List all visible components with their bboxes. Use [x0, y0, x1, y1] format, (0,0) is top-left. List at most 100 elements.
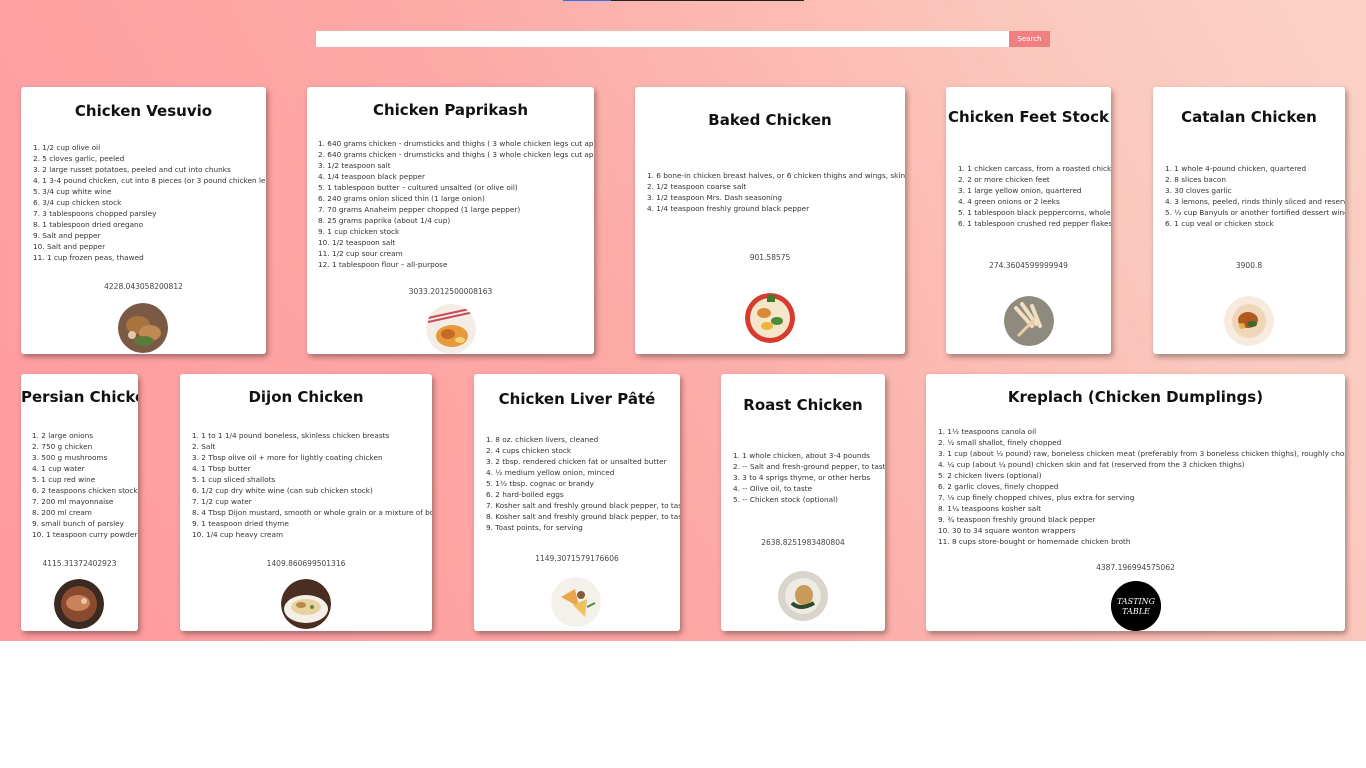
calories-value: 1149.3071579176606: [535, 554, 619, 563]
ingredient: Salt and pepper: [33, 241, 266, 252]
tasting-table-logo: TASTING TABLE: [1111, 581, 1161, 631]
recipe-card[interactable]: Chicken Paprikash 640 grams chicken - dr…: [307, 87, 594, 354]
ingredient: ½ cup Banyuls or another fortified desse…: [1165, 207, 1345, 218]
ingredient: 1½ teaspoons canola oil: [938, 426, 1345, 437]
ingredient: 4 cups chicken stock: [486, 445, 680, 456]
ingredient: 2 chicken livers (optional): [938, 470, 1345, 481]
ingredient: 2 or more chicken feet: [958, 174, 1111, 185]
ingredient: 2 Tbsp olive oil + more for lightly coat…: [192, 452, 432, 463]
ingredient: 2 large onions: [32, 430, 138, 441]
ingredient: 1/4 cup heavy cream: [192, 529, 432, 540]
ingredient-list: 1 to 1 1/4 pound boneless, skinless chic…: [192, 430, 432, 540]
ingredient: 1 cup (about ½ pound) raw, boneless chic…: [938, 448, 1345, 459]
baked-chicken-image: [745, 293, 795, 343]
ingredient: Salt and pepper: [33, 230, 266, 241]
search-button[interactable]: Search: [1009, 31, 1050, 47]
ingredient: -- Salt and fresh-ground pepper, to tast…: [733, 461, 885, 472]
ingredient: 25 grams paprika (about 1/4 cup): [318, 215, 594, 226]
ingredient: 30 cloves garlic: [1165, 185, 1345, 196]
ingredient: Salt: [192, 441, 432, 452]
ingredient: 1 teaspoon dried thyme: [192, 518, 432, 529]
calories-value: 2638.8251983480804: [761, 538, 845, 547]
ingredient: 3 lemons, peeled, rinds thinly sliced an…: [1165, 196, 1345, 207]
recipe-card[interactable]: Chicken Vesuvio 1/2 cup olive oil 5 clov…: [21, 87, 266, 354]
ingredient-list: 1 whole chicken, about 3-4 pounds -- Sal…: [733, 450, 885, 505]
recipe-card[interactable]: Roast Chicken 1 whole chicken, about 3-4…: [721, 374, 885, 631]
ingredient: Toast points, for serving: [486, 522, 680, 533]
recipe-title: Chicken Feet Stock: [948, 108, 1109, 126]
calories-value: 4387.196994575062: [1096, 563, 1175, 572]
recipe-card[interactable]: Baked Chicken 6 bone-in chicken breast h…: [635, 87, 905, 354]
ingredient: 2 large russet potatoes, peeled and cut …: [33, 164, 266, 175]
ingredient: 1 cup red wine: [32, 474, 138, 485]
ingredient: 240 grams onion sliced thin (1 large oni…: [318, 193, 594, 204]
ingredient: 6 bone-in chicken breast halves, or 6 ch…: [647, 170, 905, 181]
ingredient: 750 g chicken: [32, 441, 138, 452]
recipe-title: Roast Chicken: [743, 396, 863, 414]
ingredient: 1 tablespoon flour – all-purpose: [318, 259, 594, 270]
calories-value: 3900.8: [1235, 261, 1263, 270]
ingredient: 5 cloves garlic, peeled: [33, 153, 266, 164]
ingredient: 1/2 cup water: [192, 496, 432, 507]
recipe-card[interactable]: Kreplach (Chicken Dumplings) 1½ teaspoon…: [926, 374, 1345, 631]
ingredient: 1 whole chicken, about 3-4 pounds: [733, 450, 885, 461]
recipe-title: Persian Chicken: [21, 388, 138, 406]
roasted-chicken-image: [118, 303, 168, 353]
calories-value: 1409.860699501316: [266, 559, 346, 568]
ingredient: 1 tablespoon dried oregano: [33, 219, 266, 230]
dijon-chicken-image: [281, 579, 331, 629]
ingredient: ¼ cup (about ¼ pound) chicken skin and f…: [938, 459, 1345, 470]
ingredient: Kosher salt and freshly ground black pep…: [486, 500, 680, 511]
ingredient: 1 tablespoon butter – cultured unsalted …: [318, 182, 594, 193]
ingredient: 2 tbsp. rendered chicken fat or unsalted…: [486, 456, 680, 467]
ingredient: 8 oz. chicken livers, cleaned: [486, 434, 680, 445]
ingredient: 1 cup chicken stock: [318, 226, 594, 237]
ingredient: 1 tablespoon crushed red pepper flakes: [958, 218, 1111, 229]
recipe-card[interactable]: Chicken Liver Pâté 8 oz. chicken livers,…: [474, 374, 680, 631]
ingredient: small bunch of parsley: [32, 518, 138, 529]
ingredient: 3/4 cup chicken stock: [33, 197, 266, 208]
ingredient: 1¼ teaspoons kosher salt: [938, 503, 1345, 514]
ingredient: 1/2 cup sour cream: [318, 248, 594, 259]
ingredient: 3/4 cup white wine: [33, 186, 266, 197]
chicken-feet-image: [1004, 296, 1054, 346]
pate-image: [551, 577, 601, 627]
catalan-chicken-image: [1224, 296, 1274, 346]
paprikash-image: [426, 304, 476, 354]
ingredient: 8 cups store-bought or homemade chicken …: [938, 536, 1345, 547]
ingredient: ½ small shallot, finely chopped: [938, 437, 1345, 448]
ingredient: 1 chicken carcass, from a roasted chicke…: [958, 163, 1111, 174]
recipe-card[interactable]: Catalan Chicken 1 whole 4-pound chicken,…: [1153, 87, 1345, 354]
ingredient: -- Chicken stock (optional): [733, 494, 885, 505]
ingredient: 1/2 teaspoon salt: [318, 237, 594, 248]
ingredient: 200 ml cream: [32, 507, 138, 518]
search-input[interactable]: [316, 31, 1009, 47]
ingredient: 30 to 34 square wonton wrappers: [938, 525, 1345, 536]
recipe-card[interactable]: Chicken Feet Stock 1 chicken carcass, fr…: [946, 87, 1111, 354]
ingredient: 1 tablespoon black peppercorns, whole: [958, 207, 1111, 218]
calories-value: 4228.043058200812: [104, 282, 183, 291]
ingredient: 70 grams Anaheim pepper chopped (1 large…: [318, 204, 594, 215]
ingredient: 200 ml mayonnaise: [32, 496, 138, 507]
ingredient: 1 cup veal or chicken stock: [1165, 218, 1345, 229]
ingredient: 1 whole 4-pound chicken, quartered: [1165, 163, 1345, 174]
ingredient-list: 2 large onions 750 g chicken 500 g mushr…: [32, 430, 138, 540]
ingredient: 1 cup water: [32, 463, 138, 474]
recipe-title: Chicken Paprikash: [372, 101, 529, 119]
calories-value: 4115.31372402923: [42, 559, 117, 568]
recipe-card[interactable]: Persian Chicken 2 large onions 750 g chi…: [21, 374, 138, 631]
recipe-title: Dijon Chicken: [248, 388, 364, 406]
ingredient: -- Olive oil, to taste: [733, 483, 885, 494]
ingredient: 1/2 teaspoon Mrs. Dash seasoning: [647, 192, 905, 203]
ingredient: 1 to 1 1/4 pound boneless, skinless chic…: [192, 430, 432, 441]
ingredient: 1/2 cup dry white wine (can sub chicken …: [192, 485, 432, 496]
ingredient: 8 slices bacon: [1165, 174, 1345, 185]
ingredient: 1/2 teaspoon salt: [318, 160, 594, 171]
ingredient: 1/4 teaspoon freshly ground black pepper: [647, 203, 905, 214]
calories-value: 274.3604599999949: [989, 261, 1068, 270]
ingredient: 2 hard-boiled eggs: [486, 489, 680, 500]
ingredient: 4 Tbsp Dijon mustard, smooth or whole gr…: [192, 507, 432, 518]
ingredient: 1 cup frozen peas, thawed: [33, 252, 266, 263]
recipe-card[interactable]: Dijon Chicken 1 to 1 1/4 pound boneless,…: [180, 374, 432, 631]
recipe-title: Kreplach (Chicken Dumplings): [1007, 388, 1264, 406]
